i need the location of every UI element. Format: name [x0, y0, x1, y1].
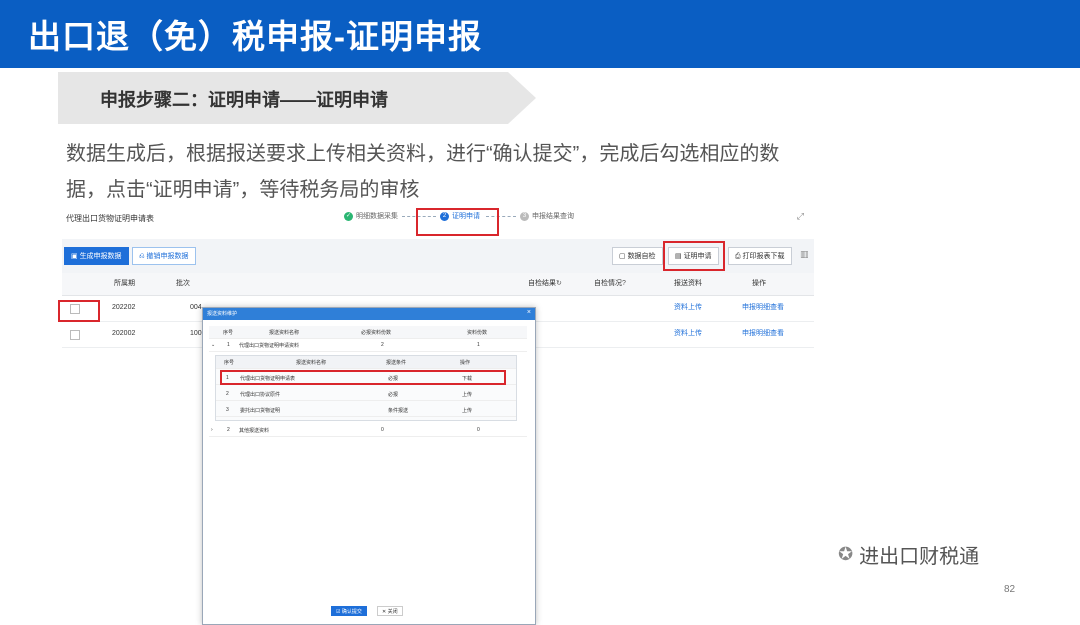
sub-col-op: 操作	[460, 360, 471, 366]
content-panel: ▣ 生成申报数据 ⎌ 撤销申报数据 ▢ 数据自检 ▤ 证明申请 ⎙ 打印报表下载…	[58, 239, 814, 625]
upload-materials-link[interactable]: 资料上传	[674, 295, 702, 321]
step-banner: 申报步骤二：证明申请——证明申请	[58, 72, 536, 124]
dialog-row-count: 0	[477, 427, 480, 433]
upload-link[interactable]: 上传	[462, 391, 472, 398]
collapse-icon[interactable]: ⌄	[211, 342, 215, 348]
sub-table-header: 序号 报送资料名称 报送条件 操作	[216, 356, 516, 369]
dialog-row-required: 2	[381, 342, 384, 348]
materials-dialog: 报送资料维护 × 序号 报送资料名称 必报资料份数 资料份数 ⌄ 1 代理出口货…	[202, 307, 536, 625]
dialog-col-count: 资料份数	[467, 330, 488, 336]
close-button-label: 关闭	[387, 609, 398, 615]
dialog-row-no: 2	[227, 427, 230, 433]
row-checkbox[interactable]	[70, 330, 80, 340]
dialog-header: 报送资料维护 ×	[203, 308, 535, 320]
col-period: 所属期	[114, 280, 135, 287]
file-icon: ▢	[619, 253, 628, 260]
printer-icon: ⎙	[735, 253, 743, 260]
step-1-label: 明细数据采集	[356, 213, 398, 220]
sub-row-cond: 必报	[388, 392, 399, 398]
dialog-row-name: 代理出口货物证明申请资料	[239, 343, 300, 349]
page-number: 82	[1004, 584, 1016, 595]
sub-row-cond: 条件报送	[388, 408, 409, 414]
print-download-button[interactable]: ⎙ 打印报表下载	[728, 247, 792, 265]
sub-col-cond: 报送条件	[386, 360, 407, 366]
highlight-step-2	[416, 208, 499, 236]
watermark: ✪ 进出口财税通	[838, 540, 979, 569]
row-batch: 100	[190, 330, 202, 337]
dialog-col-name: 报送资料名称	[269, 330, 300, 336]
dialog-col-no: 序号	[223, 330, 234, 336]
dialog-row[interactable]: ⌄ 1 代理出口货物证明申请资料 2 1	[209, 339, 527, 352]
grid-header: 所属期 批次 自检结果 ↻ 自检情况 ? 报送资料 操作	[62, 273, 814, 296]
step-1: ✓ 明细数据采集	[344, 211, 398, 221]
sub-col-name: 报送资料名称	[296, 360, 327, 366]
col-batch: 批次	[176, 280, 190, 287]
dialog-table-header: 序号 报送资料名称 必报资料份数 资料份数	[209, 326, 527, 339]
slide-title: 出口退（免）税申报-证明申报	[28, 18, 482, 55]
generate-data-button[interactable]: ▣ 生成申报数据	[64, 247, 129, 265]
undo-icon: ⎌	[139, 253, 147, 260]
dialog-row-no: 1	[227, 342, 230, 348]
description-text: 数据生成后，根据报送要求上传相关资料，进行“确认提交”，完成后勾选相应的数据，点…	[66, 143, 780, 201]
app-screenshot: 代理出口货物证明申请表 ✓ 明细数据采集 2 证明申请 3 申报结果查询 ⤢ ▣…	[58, 206, 814, 625]
sub-row-name: 委托出口货物证明	[240, 408, 281, 414]
view-details-link[interactable]: 申报明细查看	[742, 295, 784, 321]
sub-table-row[interactable]: 2 代理出口协议原件 必报 上传	[216, 388, 516, 401]
sub-table-row[interactable]: 3 委托出口货物证明 条件报送 上传	[216, 404, 516, 417]
sub-col-no: 序号	[224, 360, 235, 366]
step-3[interactable]: 3 申报结果查询	[520, 211, 574, 221]
fullscreen-icon[interactable]: ⤢	[797, 211, 804, 222]
row-batch: 004	[190, 304, 202, 311]
highlight-sub-row	[220, 370, 506, 385]
revoke-data-button[interactable]: ⎌ 撤销申报数据	[132, 247, 196, 265]
wechat-icon: ✪	[838, 544, 854, 564]
dialog-row-name: 其他报送资料	[239, 428, 270, 434]
sub-row-no: 2	[226, 391, 229, 397]
sub-materials-table: 序号 报送资料名称 报送条件 操作 1 代理出口货物证明申请表 必报 下载 2 …	[215, 355, 517, 421]
window-title: 代理出口货物证明申请表	[66, 214, 154, 223]
expand-icon[interactable]: ›	[211, 427, 213, 433]
sub-row-name: 代理出口协议原件	[240, 392, 281, 398]
col-check-status: 自检情况	[594, 280, 622, 287]
view-details-link[interactable]: 申报明细查看	[742, 321, 784, 347]
self-check-button[interactable]: ▢ 数据自检	[612, 247, 663, 265]
help-icon[interactable]: ?	[622, 273, 626, 295]
watermark-text: 进出口财税通	[859, 546, 980, 568]
sub-row-no: 3	[226, 407, 229, 413]
row-period: 202202	[112, 304, 136, 311]
step-3-number: 3	[520, 211, 529, 221]
refresh-icon[interactable]: ↻	[556, 273, 562, 295]
upload-link[interactable]: 上传	[462, 407, 472, 414]
step-done-icon: ✓	[344, 211, 353, 221]
highlight-apply-button	[663, 241, 725, 271]
dialog-title: 报送资料维护	[207, 311, 238, 317]
highlight-row-checkbox	[58, 300, 100, 322]
dialog-row-count: 1	[477, 342, 480, 348]
dialog-row-required: 0	[381, 427, 384, 433]
step-banner-text: 申报步骤二：证明申请——证明申请	[100, 90, 388, 110]
columns-icon[interactable]: ▥	[800, 249, 809, 260]
col-materials: 报送资料	[674, 280, 702, 287]
row-period: 202002	[112, 330, 136, 337]
dialog-col-required: 必报资料份数	[361, 330, 392, 336]
doc-icon: ▣	[71, 253, 80, 260]
generate-data-label: 生成申报数据	[79, 253, 122, 260]
step-3-label: 申报结果查询	[532, 213, 574, 220]
confirm-submit-button[interactable]: ☑ 确认提交	[331, 606, 367, 616]
dialog-row[interactable]: › 2 其他报送资料 0 0	[209, 424, 527, 437]
close-icon[interactable]: ×	[527, 309, 531, 316]
col-actions: 操作	[752, 280, 766, 287]
upload-materials-link[interactable]: 资料上传	[674, 321, 702, 347]
print-download-label: 打印报表下载	[742, 253, 785, 260]
self-check-label: 数据自检	[627, 253, 656, 260]
revoke-data-label: 撤销申报数据	[146, 253, 189, 260]
col-result: 自检结果	[528, 280, 556, 287]
close-button[interactable]: ✕ 关闭	[377, 606, 403, 616]
confirm-submit-label: 确认提交	[341, 609, 362, 615]
slide-title-bar: 出口退（免）税申报-证明申报	[0, 0, 1080, 68]
